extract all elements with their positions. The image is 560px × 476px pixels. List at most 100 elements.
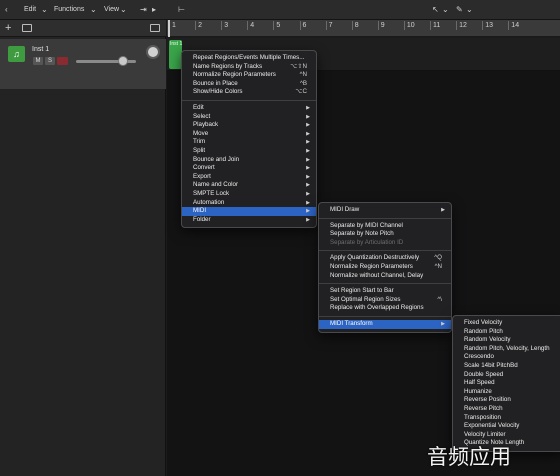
menu-item-edit[interactable]: Edit ▶ — [182, 104, 316, 113]
ruler-tick: 7 — [325, 21, 333, 30]
menu-item-label: Exponential Velocity — [464, 422, 520, 430]
track-header-toolbar: + — [0, 20, 166, 37]
menu-item-bounce-and-join[interactable]: Bounce and Join ▶ — [182, 156, 316, 165]
menu-item-convert[interactable]: Convert ▶ — [182, 164, 316, 173]
flex-icon[interactable]: ⊢ — [178, 5, 185, 14]
menu-item-show-hide-colors[interactable]: Show/Hide Colors ⌥C — [182, 88, 316, 97]
menu-item-split[interactable]: Split ▶ — [182, 147, 316, 156]
menu-item-label: SMPTE Lock — [193, 189, 230, 197]
menu-item-midi-transform[interactable]: MIDI Transform ▶ — [319, 319, 451, 329]
view-menu[interactable]: View — [104, 6, 119, 13]
menu-item-random-velocity[interactable]: Random Velocity — [453, 336, 560, 345]
ruler-tick: 6 — [299, 21, 306, 30]
ruler-tick: 1 — [169, 21, 176, 30]
menu-item-random-pitch[interactable]: Random Pitch — [453, 328, 560, 337]
menu-item-crescendo[interactable]: Crescendo — [453, 353, 560, 362]
edit-menu[interactable]: Edit — [24, 6, 36, 13]
submenu-arrow-icon: ▶ — [306, 147, 310, 154]
menu-item-shortcut: ⌥C — [295, 88, 307, 96]
menu-item-humanize[interactable]: Humanize — [453, 388, 560, 397]
menu-item-label: Split — [193, 146, 206, 154]
menu-item-label: MIDI — [193, 207, 207, 215]
menu-item-fixed-velocity[interactable]: Fixed Velocity — [453, 319, 560, 328]
menu-item-normalize-region-parameters[interactable]: Normalize Region Parameters ^N — [319, 263, 451, 272]
menu-item-shortcut: ^N — [299, 71, 307, 79]
menu-item-set-optimal-region-sizes[interactable]: Set Optimal Region Sizes ^\ — [319, 296, 451, 305]
menu-item-label: Half Speed — [464, 379, 495, 387]
menu-item-name-regions-by-tracks[interactable]: Name Regions by Tracks ⌥⇧N — [182, 63, 316, 72]
catch-playhead-icon[interactable]: ⇥ — [140, 5, 147, 14]
menu-item-label: Random Pitch — [464, 327, 503, 335]
volume-slider-thumb[interactable] — [118, 56, 128, 66]
playhead[interactable] — [168, 20, 170, 37]
menu-item-apply-quantization-destructively[interactable]: Apply Quantization Destructively ^Q — [319, 254, 451, 263]
track-list-icon[interactable] — [150, 24, 160, 32]
back-chevron-icon[interactable]: ‹ — [5, 5, 8, 14]
menu-item-transposition[interactable]: Transposition — [453, 414, 560, 423]
menu-item-trim[interactable]: Trim ▶ — [182, 138, 316, 147]
menu-item-label: Normalize Region Parameters — [330, 262, 413, 270]
region-label: Inst 1 — [170, 41, 183, 47]
ruler-tick: 12 — [456, 21, 467, 30]
menu-item-velocity-limiter[interactable]: Velocity Limiter — [453, 431, 560, 440]
record-enable-button[interactable] — [57, 57, 68, 65]
menu-item-midi-draw[interactable]: MIDI Draw ▶ — [319, 206, 451, 215]
menu-item-shortcut: ^Q — [434, 254, 442, 262]
functions-menu[interactable]: Functions — [54, 6, 84, 13]
track-row[interactable]: ♫ Inst 1 M S — [0, 39, 166, 89]
menu-item-shortcut: ^B — [299, 79, 307, 87]
menu-item-normalize-region-parameters[interactable]: Normalize Region Parameters ^N — [182, 71, 316, 80]
ruler-tick: 8 — [351, 21, 359, 30]
watermark: 音频应用 — [427, 445, 511, 469]
menu-item-label: Reverse Position — [464, 396, 511, 404]
snap-icon[interactable]: ▸ — [152, 5, 156, 14]
submenu-arrow-icon: ▶ — [306, 156, 310, 163]
menu-item-name-and-color[interactable]: Name and Color ▶ — [182, 181, 316, 190]
menu-item-set-region-start-to-bar[interactable]: Set Region Start to Bar — [319, 287, 451, 296]
menu-item-label: Transposition — [464, 413, 501, 421]
add-track-icon[interactable]: + — [5, 22, 11, 34]
submenu-arrow-icon: ▶ — [306, 190, 310, 197]
menu-item-replace-with-overlapped-regions[interactable]: Replace with Overlapped Regions — [319, 304, 451, 313]
menu-item-reverse-position[interactable]: Reverse Position — [453, 396, 560, 405]
menu-item-midi[interactable]: MIDI ▶ — [182, 207, 316, 216]
menu-item-normalize-without-channel-delay[interactable]: Normalize without Channel, Delay — [319, 272, 451, 281]
mute-button[interactable]: M — [33, 57, 43, 65]
menu-item-repeat-regions-events-multiple-times[interactable]: Repeat Regions/Events Multiple Times... — [182, 54, 316, 63]
global-tracks-icon[interactable] — [22, 24, 32, 32]
pan-knob[interactable] — [146, 45, 160, 59]
solo-button[interactable]: S — [45, 57, 55, 65]
view-chevron-icon: ⌄ — [120, 5, 127, 14]
submenu-arrow-icon: ▶ — [306, 130, 310, 137]
menu-item-automation[interactable]: Automation ▶ — [182, 199, 316, 208]
menu-item-separate-by-midi-channel[interactable]: Separate by MIDI Channel — [319, 222, 451, 231]
submenu-arrow-icon: ▶ — [306, 104, 310, 111]
submenu-arrow-icon: ▶ — [441, 320, 445, 327]
pencil-tool-icon[interactable]: ✎ — [456, 5, 463, 14]
menu-item-folder[interactable]: Folder ▶ — [182, 216, 316, 225]
menu-item-reverse-pitch[interactable]: Reverse Pitch — [453, 405, 560, 414]
bar-ruler[interactable]: 1 2 3 4 5 6 7 8 9 10 11 12 13 14 — [167, 20, 560, 37]
menu-item-label: Random Velocity — [464, 336, 511, 344]
submenu-arrow-icon: ▶ — [306, 208, 310, 215]
menu-item-label: Velocity Limiter — [464, 430, 506, 438]
menu-item-export[interactable]: Export ▶ — [182, 173, 316, 182]
menu-item-label: Bounce and Join — [193, 155, 240, 163]
menu-item-scale-14bit-pitchbd[interactable]: Scale 14bit PitchBd — [453, 362, 560, 371]
menu-item-playback[interactable]: Playback ▶ — [182, 121, 316, 130]
menu-item-exponential-velocity[interactable]: Exponential Velocity — [453, 422, 560, 431]
menu-item-label: Separate by Note Pitch — [330, 230, 394, 238]
menu-item-select[interactable]: Select ▶ — [182, 113, 316, 122]
menu-item-random-pitch-velocity-length[interactable]: Random Pitch, Velocity, Length — [453, 345, 560, 354]
menu-item-half-speed[interactable]: Half Speed — [453, 379, 560, 388]
menu-item-separate-by-note-pitch[interactable]: Separate by Note Pitch — [319, 230, 451, 239]
menu-item-double-speed[interactable]: Double Speed — [453, 371, 560, 380]
menu-item-smpte-lock[interactable]: SMPTE Lock ▶ — [182, 190, 316, 199]
track-name[interactable]: Inst 1 — [32, 46, 49, 53]
pointer-tool-icon[interactable]: ↖ — [432, 5, 439, 14]
menu-item-move[interactable]: Move ▶ — [182, 130, 316, 139]
menu-item-label: Automation — [193, 198, 225, 206]
menu-item-label: Apply Quantization Destructively — [330, 254, 420, 262]
menu-item-label: Set Optimal Region Sizes — [330, 295, 401, 303]
menu-item-bounce-in-place[interactable]: Bounce in Place ^B — [182, 80, 316, 89]
